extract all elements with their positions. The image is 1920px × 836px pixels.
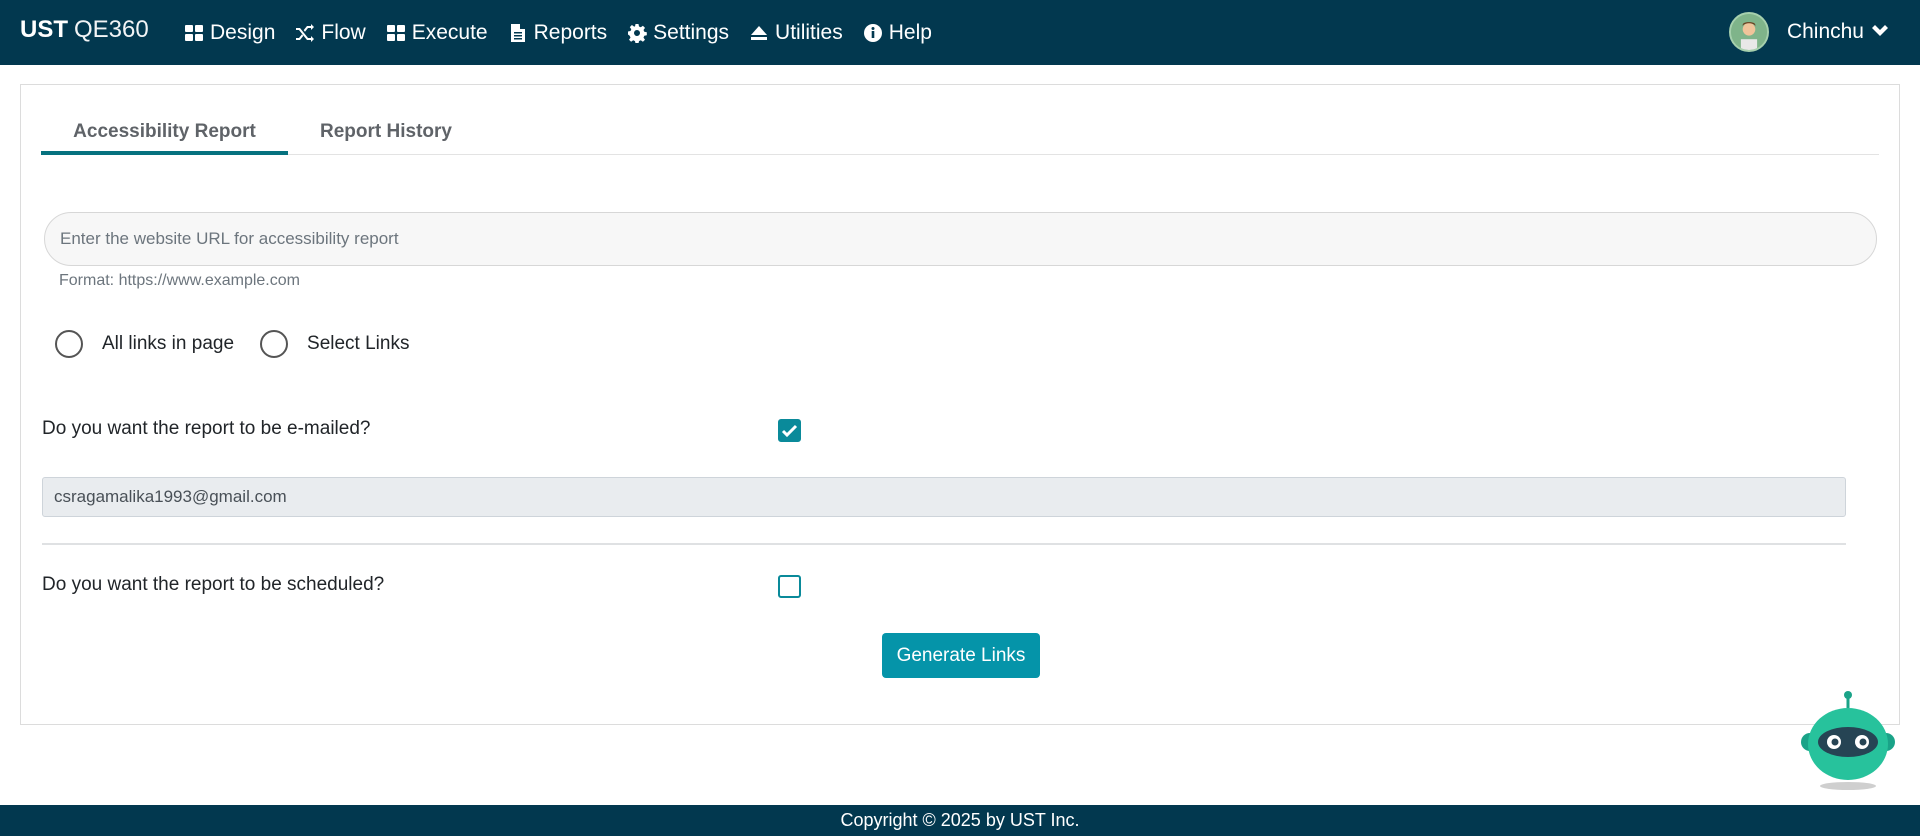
copyright-text: Copyright © 2025 by UST Inc. [840, 810, 1080, 830]
eject-icon [751, 25, 768, 40]
checkmark-icon [781, 424, 798, 438]
url-format-hint: Format: https://www.example.com [59, 272, 300, 289]
email-field[interactable] [42, 477, 1846, 517]
email-checkbox[interactable] [778, 419, 801, 442]
grid-icon [386, 24, 405, 41]
nav-label: Settings [653, 20, 730, 44]
radio-select-links-label[interactable]: Select Links [307, 333, 409, 355]
main-nav: Design Flow Execute Reports Settings Uti… [184, 0, 952, 65]
nav-label: Reports [533, 20, 608, 44]
tab-report-history[interactable]: Report History [311, 109, 461, 155]
divider [42, 543, 1846, 545]
user-name: Chinchu [1786, 20, 1864, 43]
nav-item-flow[interactable]: Flow [295, 20, 366, 45]
shuffle-icon [296, 23, 315, 42]
nav-label: Execute [411, 20, 488, 44]
user-avatar-icon [1730, 14, 1767, 50]
nav-label: Utilities [775, 20, 843, 44]
document-icon [510, 23, 525, 42]
report-card: Accessibility Report Report History Form… [20, 84, 1900, 725]
nav-item-design[interactable]: Design [184, 21, 275, 45]
info-icon [863, 23, 882, 42]
nav-item-reports[interactable]: Reports [508, 20, 608, 45]
schedule-question-label: Do you want the report to be scheduled? [42, 574, 385, 595]
tab-accessibility-report[interactable]: Accessibility Report [41, 109, 288, 155]
nav-label: Design [210, 20, 276, 44]
schedule-checkbox[interactable] [778, 575, 801, 598]
email-question-label: Do you want the report to be e-mailed? [42, 418, 371, 439]
chatbot-robot-icon[interactable] [1796, 688, 1900, 792]
grid-icon [185, 24, 203, 41]
nav-item-utilities[interactable]: Utilities [749, 21, 843, 45]
brand-logo[interactable]: UST QE360 [20, 16, 149, 44]
nav-item-settings[interactable]: Settings [627, 21, 729, 45]
brand-light-text: QE360 [74, 16, 149, 43]
avatar [1728, 12, 1769, 52]
radio-select-links[interactable] [260, 330, 289, 358]
radio-all-links-label[interactable]: All links in page [102, 333, 234, 355]
top-navbar: UST QE360 Design Flow Execute Reports Set… [0, 0, 1920, 65]
chevron-down-icon [1872, 25, 1888, 36]
url-input[interactable] [44, 212, 1877, 266]
user-menu[interactable]: Chinchu [1728, 12, 1890, 52]
generate-links-button[interactable]: Generate Links [882, 633, 1040, 678]
brand-bold-text: UST [20, 16, 68, 43]
nav-item-execute[interactable]: Execute [386, 21, 488, 45]
link-mode-radio-group: All links in page Select Links [55, 330, 435, 358]
nav-label: Flow [321, 20, 366, 44]
report-tabs: Accessibility Report Report History [41, 109, 1879, 155]
footer: Copyright © 2025 by UST Inc. [0, 805, 1920, 836]
gear-icon [628, 23, 647, 43]
nav-item-help[interactable]: Help [863, 21, 932, 45]
radio-all-links[interactable] [55, 330, 83, 358]
nav-label: Help [888, 20, 932, 44]
